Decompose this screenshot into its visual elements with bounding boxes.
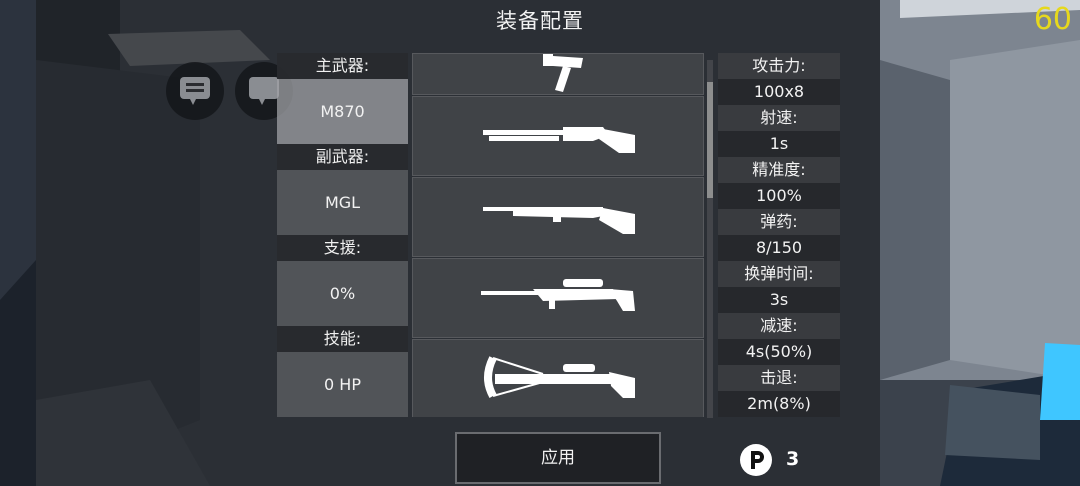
secondary-weapon-slot[interactable]: MGL bbox=[277, 170, 408, 235]
rifle-partial-icon bbox=[543, 54, 583, 92]
primary-weapon-slot[interactable]: M870 bbox=[277, 79, 408, 144]
stat-value-damage: 100x8 bbox=[718, 79, 840, 105]
primary-weapon-label: 主武器: bbox=[277, 53, 408, 79]
stat-label-accuracy: 精准度: bbox=[718, 157, 840, 183]
shotgun-icon bbox=[483, 127, 635, 153]
sniper-rifle-icon bbox=[481, 279, 635, 311]
weapon-item[interactable] bbox=[412, 53, 704, 95]
stat-label-knockback: 击退: bbox=[718, 365, 840, 391]
support-label: 支援: bbox=[277, 235, 408, 261]
secondary-weapon-label: 副武器: bbox=[277, 144, 408, 170]
weapon-list-scroll-thumb[interactable] bbox=[707, 82, 713, 198]
stat-label-damage: 攻击力: bbox=[718, 53, 840, 79]
apply-button[interactable]: 应用 bbox=[455, 432, 661, 484]
weapon-item[interactable] bbox=[412, 177, 704, 257]
stat-value-slow: 4s(50%) bbox=[718, 339, 840, 365]
stat-label-slow: 减速: bbox=[718, 313, 840, 339]
stat-label-ammo: 弹药: bbox=[718, 209, 840, 235]
stat-value-reload-time: 3s bbox=[718, 287, 840, 313]
chat-icon[interactable] bbox=[166, 62, 224, 120]
support-slot[interactable]: 0% bbox=[277, 261, 408, 326]
crossbow-icon bbox=[484, 356, 635, 398]
skill-slot[interactable]: 0 HP bbox=[277, 352, 408, 417]
p-coin-icon bbox=[740, 444, 772, 476]
stat-value-ammo: 8/150 bbox=[718, 235, 840, 261]
weapon-item[interactable] bbox=[412, 96, 704, 176]
skill-label: 技能: bbox=[277, 326, 408, 352]
points-value: 3 bbox=[786, 448, 800, 470]
weapon-list[interactable] bbox=[412, 53, 704, 417]
stat-value-fire-rate: 1s bbox=[718, 131, 840, 157]
stat-label-reload-time: 换弹时间: bbox=[718, 261, 840, 287]
weapon-item[interactable] bbox=[412, 258, 704, 338]
bolt-action-rifle-icon bbox=[483, 207, 635, 234]
page-title: 装备配置 bbox=[496, 9, 584, 33]
stat-label-fire-rate: 射速: bbox=[718, 105, 840, 131]
stat-value-accuracy: 100% bbox=[718, 183, 840, 209]
weapon-item[interactable] bbox=[412, 339, 704, 417]
stat-value-knockback: 2m(8%) bbox=[718, 391, 840, 417]
